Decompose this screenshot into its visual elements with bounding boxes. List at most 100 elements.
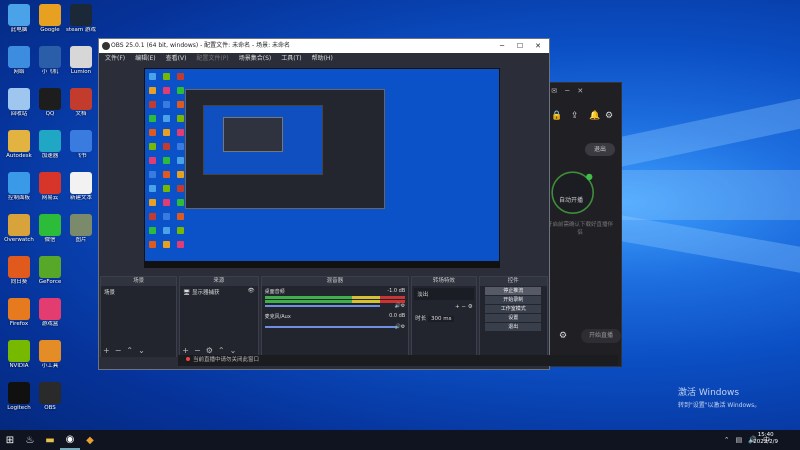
app-icon <box>39 298 61 320</box>
app-icon <box>8 4 30 26</box>
source-item[interactable]: 🖥 显示器捕获 👁 <box>180 286 257 298</box>
settings-icon[interactable]: ⚙ <box>605 111 613 121</box>
obs-taskbar-icon[interactable]: ◉ <box>60 430 80 450</box>
steam-taskbar-icon[interactable]: ♨ <box>20 430 40 450</box>
chevron-up-icon[interactable]: ⌃ <box>724 436 730 444</box>
app-icon <box>39 88 61 110</box>
settings-button[interactable]: 设置 <box>485 314 542 322</box>
exit-button[interactable]: 退出 <box>485 323 542 331</box>
obs-titlebar[interactable]: OBS 25.0.1 (64 bit, windows) - 配置文件: 未命名… <box>99 39 549 53</box>
remove-icon[interactable]: − <box>115 346 122 355</box>
minimize-button[interactable]: ─ <box>493 39 511 53</box>
obs-logo-icon <box>102 42 110 50</box>
speaker-icon[interactable]: 🔊⚙ <box>395 303 406 309</box>
desktop-icon[interactable]: 小飞机 <box>33 46 67 75</box>
desktop-icon-label: QQ <box>45 111 55 117</box>
network-icon[interactable]: ▤ <box>736 436 743 444</box>
desktop-icon[interactable]: Google <box>33 4 67 33</box>
preview-desktop-icon <box>149 199 156 206</box>
menu-item[interactable]: 文件(F) <box>105 53 125 64</box>
preview-desktop-icon <box>149 213 156 220</box>
menu-item[interactable]: 场景集合(S) <box>239 53 272 64</box>
lock-icon[interactable]: 🔒 <box>551 111 562 121</box>
bell-icon[interactable]: 🔔 <box>589 111 600 121</box>
preview-desktop-icon <box>149 129 156 136</box>
studio-mode-button[interactable]: 工作室模式 <box>485 305 542 313</box>
obs-window[interactable]: OBS 25.0.1 (64 bit, windows) - 配置文件: 未命名… <box>98 38 550 370</box>
stop-stream-button[interactable]: 停止推流 <box>485 287 542 295</box>
menu-item[interactable]: 配置文件(P) <box>196 53 228 64</box>
desktop-icon[interactable]: 小工具 <box>33 340 67 369</box>
desktop-icon[interactable]: GeForce <box>33 256 67 285</box>
desktop-icon[interactable]: steam 游戏 <box>64 4 98 33</box>
gear-icon[interactable]: ⚙ <box>559 331 567 341</box>
chevron-up-icon[interactable]: ⌃ <box>126 346 133 355</box>
desktop-icon[interactable]: OBS <box>33 382 67 411</box>
chevron-down-icon[interactable]: ⌄ <box>230 346 237 355</box>
desktop-icon[interactable]: 新建文本 <box>64 172 98 201</box>
desktop-icon[interactable]: Overwatch <box>2 214 36 243</box>
preview-desktop-icon <box>177 227 184 234</box>
menu-item[interactable]: 工具(T) <box>281 53 301 64</box>
desktop-icon[interactable]: Firefox <box>2 298 36 327</box>
app-taskbar-icon[interactable]: ◆ <box>80 430 100 450</box>
start-live-button[interactable]: 开始直播 <box>581 329 621 343</box>
volume-slider[interactable] <box>264 326 399 328</box>
volume-slider[interactable] <box>264 305 380 307</box>
desktop-icon[interactable]: NVIDIA <box>2 340 36 369</box>
desktop-icon[interactable]: 文档 <box>64 88 98 117</box>
duration-input[interactable]: 300 ms <box>427 316 455 322</box>
remove-icon[interactable]: − <box>461 304 466 310</box>
chevron-down-icon[interactable]: ⌄ <box>138 346 145 355</box>
obs-preview[interactable] <box>144 68 500 268</box>
minimize-icon[interactable]: ─ <box>565 87 569 95</box>
desktop-icon[interactable]: 网络 <box>2 46 36 75</box>
menu-item[interactable]: 帮助(H) <box>312 53 333 64</box>
exit-button[interactable]: 退出 <box>585 143 615 156</box>
preview-desktop-icon <box>177 157 184 164</box>
folder-taskbar-icon[interactable]: ▬ <box>40 430 60 450</box>
desktop-icon[interactable]: 飞书 <box>64 130 98 159</box>
close-icon[interactable]: ✕ <box>577 87 583 95</box>
speaker-icon[interactable]: 🔊⚙ <box>395 324 406 330</box>
add-icon[interactable]: + <box>103 346 110 355</box>
desktop-icon[interactable]: 回收站 <box>2 88 36 117</box>
start-record-button[interactable]: 开始录制 <box>485 296 542 304</box>
preview-desktop-icon <box>177 199 184 206</box>
close-button[interactable]: ✕ <box>529 39 547 53</box>
desktop-icon[interactable]: Autodesk <box>2 130 36 159</box>
desktop-icon[interactable]: 游戏盒 <box>33 298 67 327</box>
eye-icon[interactable]: 👁 <box>248 288 255 294</box>
maximize-button[interactable]: ☐ <box>511 39 529 53</box>
mail-icon[interactable]: ✉ <box>551 87 557 95</box>
taskbar-clock[interactable]: 15:40 2022/2/9 <box>753 432 778 446</box>
desktop-icon[interactable]: 控制面板 <box>2 172 36 201</box>
remove-icon[interactable]: − <box>194 346 201 355</box>
desktop-icon[interactable]: 此电脑 <box>2 4 36 33</box>
transition-select[interactable]: 淡出 <box>414 288 474 300</box>
desktop-icon[interactable]: 微信 <box>33 214 67 243</box>
desktop-icon-label: Lumion <box>70 69 92 75</box>
desktop-icon[interactable]: Lumion <box>64 46 98 75</box>
desktop-icon[interactable]: 向日葵 <box>2 256 36 285</box>
share-icon[interactable]: ⇪ <box>571 111 579 121</box>
add-icon[interactable]: + <box>455 304 460 310</box>
app-icon <box>39 46 61 68</box>
menu-item[interactable]: 编辑(E) <box>135 53 155 64</box>
app-icon <box>70 172 92 194</box>
desktop-icon-label: NVIDIA <box>9 363 29 369</box>
desktop-icon[interactable]: QQ <box>33 88 67 117</box>
scene-item[interactable]: 场景 <box>101 286 176 298</box>
add-icon[interactable]: + <box>182 346 189 355</box>
start-button[interactable]: ⊞ <box>0 430 20 450</box>
menu-item[interactable]: 查看(V) <box>166 53 187 64</box>
chevron-up-icon[interactable]: ⌃ <box>218 346 225 355</box>
app-icon <box>8 298 30 320</box>
desktop-icon[interactable]: 加速器 <box>33 130 67 159</box>
desktop-icon[interactable]: Logitech <box>2 382 36 411</box>
desktop-icon[interactable]: 图片 <box>64 214 98 243</box>
desktop-icon[interactable]: 网易云 <box>33 172 67 201</box>
gear-icon[interactable]: ⚙ <box>206 346 213 355</box>
gear-icon[interactable]: ⚙ <box>468 304 473 310</box>
scenes-dock: 场景 场景 + − ⌃ ⌄ <box>100 276 178 358</box>
